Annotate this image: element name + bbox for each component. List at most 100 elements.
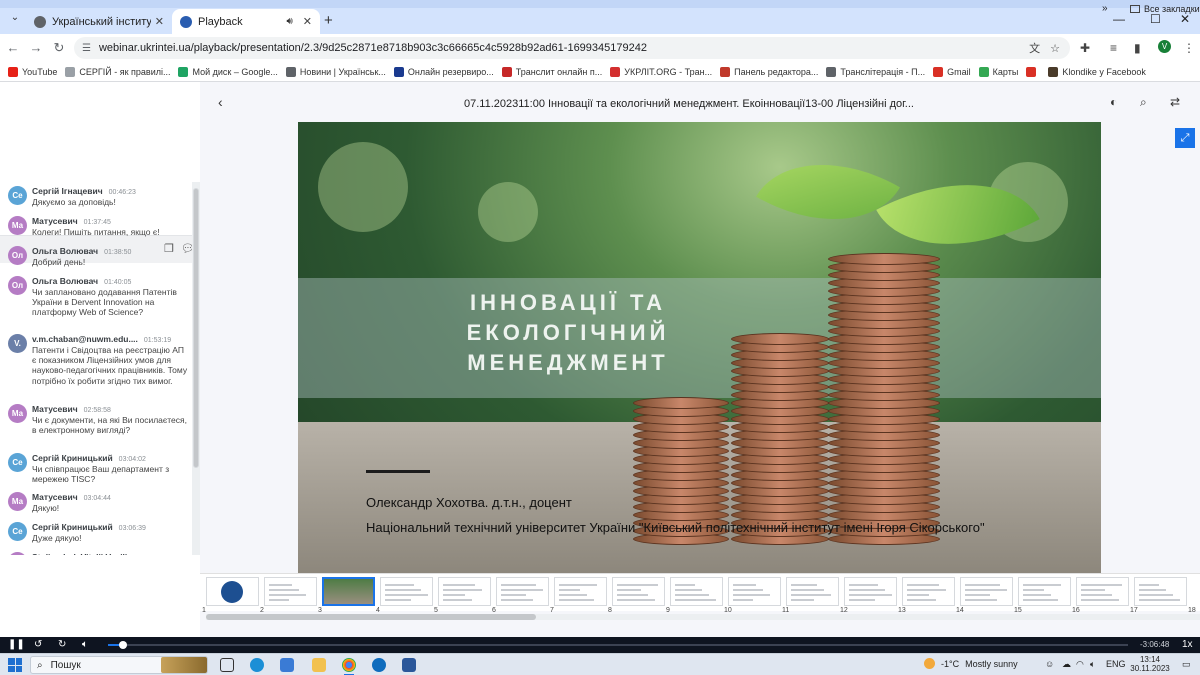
menu-kebab-icon[interactable]: ⋮: [1183, 41, 1195, 55]
slide-thumbnail[interactable]: [1076, 577, 1129, 606]
bookmark-item[interactable]: Транслит онлайн п...: [501, 66, 602, 77]
close-window-icon[interactable]: ✕: [1180, 12, 1190, 26]
bookmark-item[interactable]: Klondike у Facebook: [1048, 66, 1146, 77]
swap-layout-icon[interactable]: ⇄: [1170, 95, 1180, 109]
app-icon[interactable]: [372, 658, 386, 672]
seek-handle[interactable]: [119, 641, 128, 649]
slide-thumbnail[interactable]: [1134, 577, 1187, 606]
translate-icon[interactable]: 文: [1029, 40, 1040, 56]
back-arrow-icon[interactable]: ←: [5, 40, 21, 55]
thumbnail-number: 17: [1130, 607, 1138, 614]
thumbnail-text-line: [791, 584, 817, 586]
profile-avatar[interactable]: V: [1158, 40, 1171, 53]
bookmark-star-icon[interactable]: ☆: [1050, 42, 1060, 55]
close-tab-icon[interactable]: ✕: [303, 15, 312, 28]
tab-ukrintei[interactable]: Український інститут науково ✕: [26, 9, 172, 34]
slide-thumbnail[interactable]: [380, 577, 433, 606]
slide-thumbnail[interactable]: [902, 577, 955, 606]
thumbnail-text-line: [1139, 599, 1180, 601]
fullscreen-icon[interactable]: ⤢: [1175, 128, 1195, 148]
edge-icon[interactable]: [250, 658, 264, 672]
close-tab-icon[interactable]: ✕: [155, 15, 164, 28]
more-bookmarks-chevron-icon[interactable]: »: [1102, 3, 1108, 14]
chat-scrollbar-thumb[interactable]: [193, 188, 199, 468]
search-icon[interactable]: ⌕: [1140, 95, 1147, 110]
slide-thumbnail[interactable]: [844, 577, 897, 606]
playback-speed-button[interactable]: 1x: [1182, 639, 1193, 650]
slide-thumbnail[interactable]: [206, 577, 259, 606]
windows-start-icon[interactable]: [8, 658, 22, 672]
chat-timestamp: 01:37:45: [83, 219, 111, 226]
reload-icon[interactable]: ↻: [51, 40, 67, 56]
bookmark-item[interactable]: [1026, 66, 1040, 77]
url-text: webinar.ukrintei.ua/playback/presentatio…: [98, 42, 647, 54]
bookmark-item[interactable]: СЕРГІЙ - як правилі...: [65, 66, 170, 77]
slide-thumbnail[interactable]: [612, 577, 665, 606]
slide-thumbnail[interactable]: [264, 577, 317, 606]
chat-scrollbar[interactable]: [192, 182, 200, 555]
volume-icon[interactable]: 🔈︎: [82, 639, 88, 650]
slide-thumbnail[interactable]: [960, 577, 1013, 606]
bookmark-item[interactable]: Мой диск – Google...: [178, 66, 278, 77]
pause-icon[interactable]: ❚❚: [8, 639, 25, 650]
chat-author: Ольга Волювач 01:38:50: [32, 246, 131, 256]
bookmark-item[interactable]: Новини | Українськ...: [285, 66, 386, 77]
notification-icon[interactable]: ▭: [1182, 659, 1191, 670]
thumbnail-text-line: [733, 594, 770, 596]
forward-arrow-icon[interactable]: →: [28, 40, 44, 55]
slide-thumbnail[interactable]: [728, 577, 781, 606]
slide-thumbnail[interactable]: [322, 577, 375, 606]
file-explorer-icon[interactable]: [312, 658, 326, 672]
new-tab-icon[interactable]: +: [324, 12, 333, 29]
all-bookmarks-button[interactable]: Все закладки: [1130, 4, 1200, 14]
maximize-icon[interactable]: ☐: [1150, 12, 1161, 26]
media-controls-icon[interactable]: ≡: [1110, 41, 1117, 55]
leaf-left: [756, 127, 900, 257]
address-bar[interactable]: ☰ webinar.ukrintei.ua/playback/presentat…: [74, 37, 1070, 59]
store-icon[interactable]: [280, 658, 294, 672]
chrome-icon[interactable]: [342, 658, 356, 675]
seek-bar[interactable]: [108, 641, 1128, 649]
taskbar-search[interactable]: ⌕ Пошук: [30, 656, 208, 674]
bookmark-item[interactable]: Gmail: [933, 66, 971, 77]
site-info-icon[interactable]: ☰: [82, 43, 91, 54]
bookmark-item[interactable]: YouTube: [8, 66, 57, 77]
slide-thumbnail[interactable]: [786, 577, 839, 606]
cloud-icon[interactable]: ☁: [1062, 659, 1071, 670]
word-icon[interactable]: [402, 658, 416, 672]
minimize-icon[interactable]: —: [1113, 12, 1125, 26]
bookmark-item[interactable]: Транслітерація - П...: [826, 66, 925, 77]
bookmark-item[interactable]: УКРЛІТ.ORG - Тран...: [610, 66, 712, 77]
language-indicator[interactable]: ENG: [1106, 659, 1126, 669]
system-clock[interactable]: 13:14 30.11.2023: [1130, 655, 1170, 673]
bookmark-item[interactable]: Панель редактора...: [720, 66, 818, 77]
theme-toggle-icon[interactable]: ◐: [1110, 95, 1117, 109]
slide-thumbnail[interactable]: [1018, 577, 1071, 606]
wifi-icon[interactable]: ◠: [1076, 659, 1084, 670]
audio-playing-icon[interactable]: 🔊︎: [286, 16, 292, 27]
back-chevron-icon[interactable]: ‹: [218, 94, 223, 110]
bookmark-favicon-icon: [501, 66, 512, 77]
slide-thumbnail[interactable]: [438, 577, 491, 606]
slide-thumbnail[interactable]: [670, 577, 723, 606]
chat-author-name: Матусевич: [32, 216, 78, 226]
tab-search-chevron-icon[interactable]: ⌄: [6, 12, 24, 30]
forward-icon[interactable]: ↻: [58, 639, 66, 650]
side-panel-icon[interactable]: ▮: [1134, 41, 1141, 55]
tab-playback[interactable]: Playback 🔊︎ ✕: [172, 9, 320, 34]
task-view-icon[interactable]: [220, 658, 234, 672]
thumbnail-text-line: [443, 589, 482, 591]
volume-tray-icon[interactable]: 🔈︎: [1090, 659, 1095, 670]
people-icon[interactable]: ☺: [1045, 659, 1054, 669]
thumbnails-scrollbar[interactable]: [206, 614, 1200, 620]
chat-author-name: Stoliarchuk Vitalii Vasili...: [32, 552, 134, 555]
weather-widget[interactable]: -1°C Mostly sunny: [924, 658, 1018, 669]
rewind-icon[interactable]: ↺: [34, 639, 42, 650]
slide-thumbnail[interactable]: [496, 577, 549, 606]
bookmark-item[interactable]: Карты: [978, 66, 1018, 77]
extensions-icon[interactable]: ✚: [1080, 41, 1090, 55]
slide-thumbnail[interactable]: [554, 577, 607, 606]
thumbnail-text-line: [1139, 584, 1159, 586]
bookmark-item[interactable]: Онлайн резервиро...: [393, 66, 494, 77]
thumbnails-scrollbar-thumb[interactable]: [206, 614, 536, 620]
